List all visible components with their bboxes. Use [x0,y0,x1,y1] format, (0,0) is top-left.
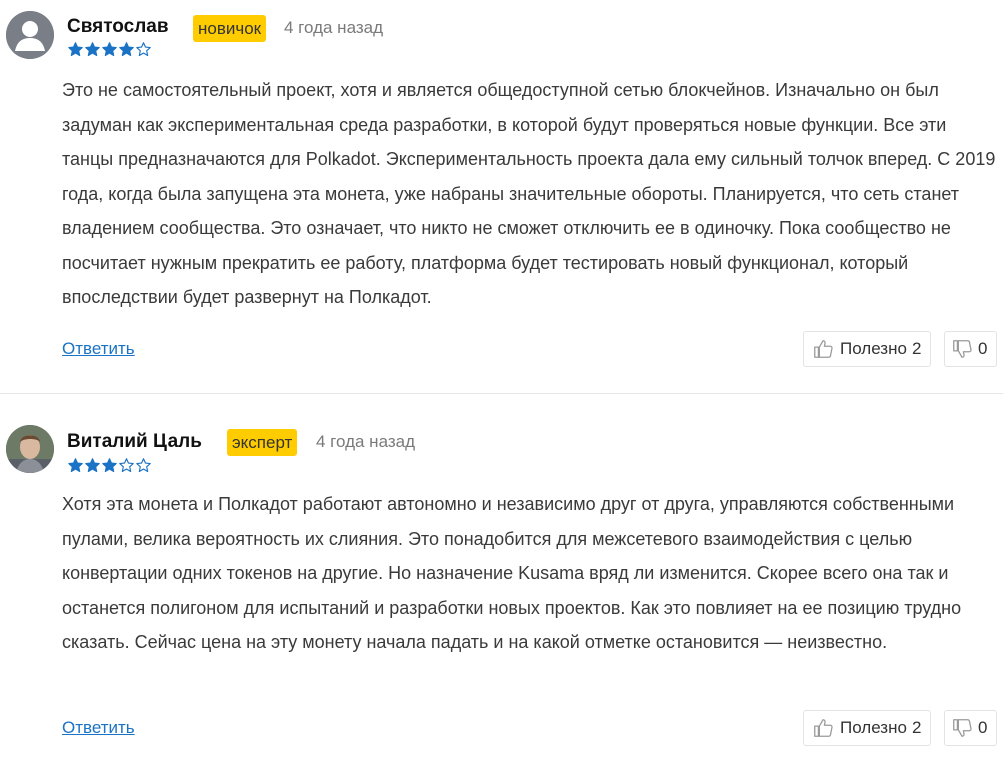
comment-author: Святослав [67,16,169,37]
user-avatar-placeholder-icon [6,11,54,59]
comment-divider [0,393,1003,394]
comment-date: 4 года назад [316,432,416,451]
star-filled-icon [68,458,83,473]
helpful-count: 2 [911,718,922,737]
comment-date: 4 года назад [284,18,384,37]
star-filled-icon [68,42,83,57]
user-avatar-photo [6,425,54,473]
star-filled-icon [119,42,134,57]
thumbs-down-icon [953,719,972,737]
thumbs-down-icon [953,340,972,358]
star-filled-icon [85,458,100,473]
star-filled-icon [85,42,100,57]
star-empty-icon [119,458,134,473]
reply-link[interactable]: Ответить [62,718,135,738]
thumbs-up-icon [814,340,833,358]
unhelpful-button[interactable]: 0 [944,331,997,367]
helpful-label: Полезно [840,339,907,358]
comment-card: Виталий Цаль эксперт 4 года назад Хотя э… [0,400,1003,759]
star-filled-icon [102,42,117,57]
author-level-badge: новичок [193,15,267,42]
star-empty-icon [136,42,151,57]
thumbs-up-icon [814,719,833,737]
comment-author: Виталий Цаль [67,431,202,452]
comment-text: Хотя эта монета и Полкадот работают авто… [62,494,962,652]
unhelpful-count: 0 [978,718,988,737]
unhelpful-count: 0 [978,339,988,358]
helpful-label: Полезно [840,718,907,737]
comment-text: Это не самостоятельный проект, хотя и яв… [62,80,996,307]
unhelpful-button[interactable]: 0 [944,710,997,746]
helpful-button[interactable]: Полезно 2 [803,710,931,746]
author-level-badge: эксперт [227,429,298,456]
comment-card: Святослав новичок 4 года назад Это не са… [0,0,1003,392]
rating-stars [67,41,152,58]
helpful-button[interactable]: Полезно 2 [803,331,931,367]
star-empty-icon [136,458,151,473]
rating-stars [67,457,152,474]
helpful-count: 2 [911,339,922,358]
star-filled-icon [102,458,117,473]
reply-link[interactable]: Ответить [62,339,135,359]
